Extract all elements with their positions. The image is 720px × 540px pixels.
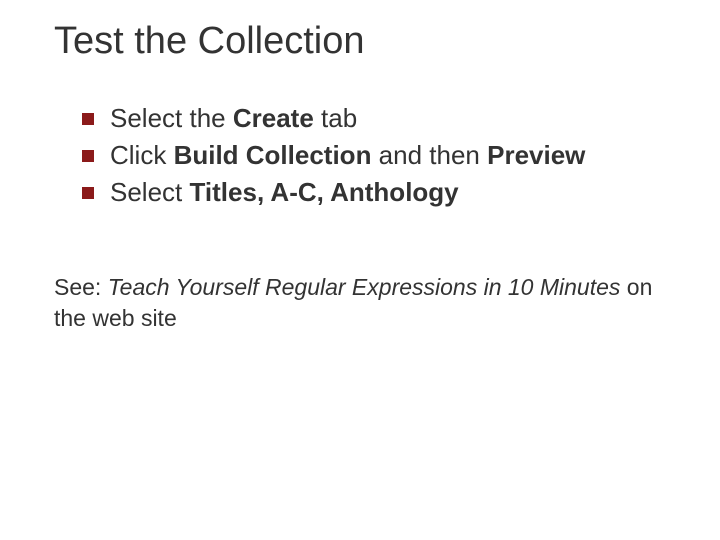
bullet-list: Select the Create tab Click Build Collec…: [82, 101, 670, 210]
text-segment: and then: [371, 140, 487, 170]
bold-text: Create: [233, 103, 314, 133]
text-segment: Select: [110, 177, 190, 207]
text-segment: See:: [54, 274, 108, 300]
text-segment: tab: [314, 103, 357, 133]
list-item: Click Build Collection and then Preview: [82, 138, 670, 173]
text-segment: Select the: [110, 103, 233, 133]
text-segment: Click: [110, 140, 174, 170]
bold-text: Build Collection: [174, 140, 372, 170]
bold-text: Preview: [487, 140, 585, 170]
list-item: Select the Create tab: [82, 101, 670, 136]
bold-text: Titles, A-C, Anthology: [190, 177, 459, 207]
list-item: Select Titles, A-C, Anthology: [82, 175, 670, 210]
italic-text: Teach Yourself Regular Expressions in 10…: [108, 274, 621, 300]
slide-title: Test the Collection: [54, 20, 670, 63]
see-reference: See: Teach Yourself Regular Expressions …: [54, 272, 670, 334]
